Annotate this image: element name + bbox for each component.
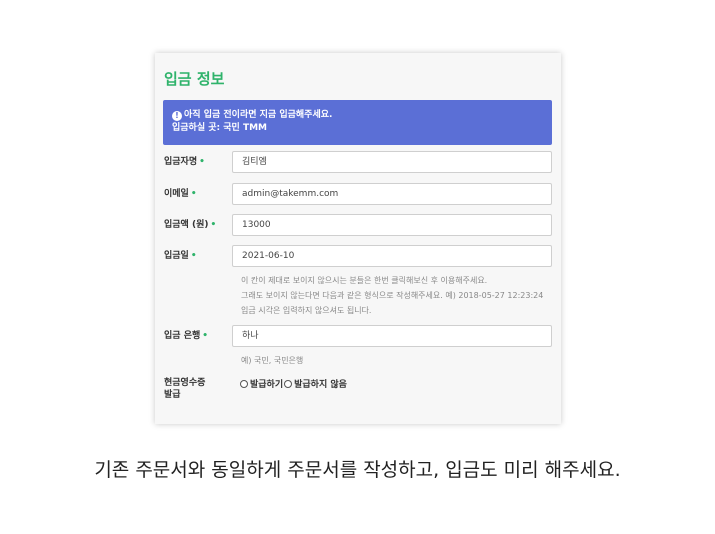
- receipt-label: 현금영수증 발급: [164, 378, 206, 400]
- depositor-label: 입금자명 •: [164, 157, 205, 167]
- notice-line-1: 아직 입금 전이라면 지금 입금해주세요.: [184, 110, 333, 120]
- radio-circle-icon[interactable]: [284, 379, 293, 388]
- receipt-no-issue-option[interactable]: 발급하지 않음: [284, 377, 347, 390]
- date-help-2: 그래도 보이지 않는다면 다음과 같은 형식으로 작성해주세요. 예) 2018…: [241, 291, 544, 300]
- date-label: 입금일 •: [164, 251, 197, 261]
- amount-input[interactable]: 13000: [232, 214, 552, 236]
- deposit-info-card: 입금 정보 ! 아직 입금 전이라면 지금 입금해주세요. 입금하실 곳: 국민…: [155, 53, 561, 424]
- date-help-1: 이 칸이 제대로 보이지 않으시는 분들은 한번 클릭해보신 후 이용해주세요.: [241, 276, 488, 285]
- email-label: 이메일 •: [164, 189, 197, 199]
- notice-line-2: 입금하실 곳: 국민 TMM: [172, 123, 268, 133]
- receipt-issue-option[interactable]: 발급하기: [240, 377, 283, 390]
- info-icon: !: [172, 110, 182, 121]
- radio-circle-icon[interactable]: [240, 379, 248, 388]
- bank-help: 예) 국민, 국민은행: [241, 356, 304, 365]
- date-input[interactable]: 2021-06-10: [232, 245, 552, 267]
- card-title: 입금 정보: [164, 70, 225, 88]
- amount-label: 입금액 (원) •: [164, 220, 217, 230]
- depositor-input[interactable]: 김티엠: [232, 151, 552, 173]
- email-input[interactable]: admin@takemm.com: [232, 183, 552, 205]
- date-help-3: 입금 시각은 입력하지 않으셔도 됩니다.: [241, 306, 372, 315]
- instruction-caption: 기존 주문서와 동일하게 주문서를 작성하고, 입금도 미리 해주세요.: [94, 459, 621, 481]
- receipt-radio-group: 발급하기 발급하지 않음: [240, 377, 348, 390]
- bank-input[interactable]: 하나: [232, 325, 552, 347]
- bank-label: 입금 은행 •: [164, 331, 209, 341]
- deposit-notice: ! 아직 입금 전이라면 지금 입금해주세요. 입금하실 곳: 국민 TMM: [163, 100, 552, 145]
